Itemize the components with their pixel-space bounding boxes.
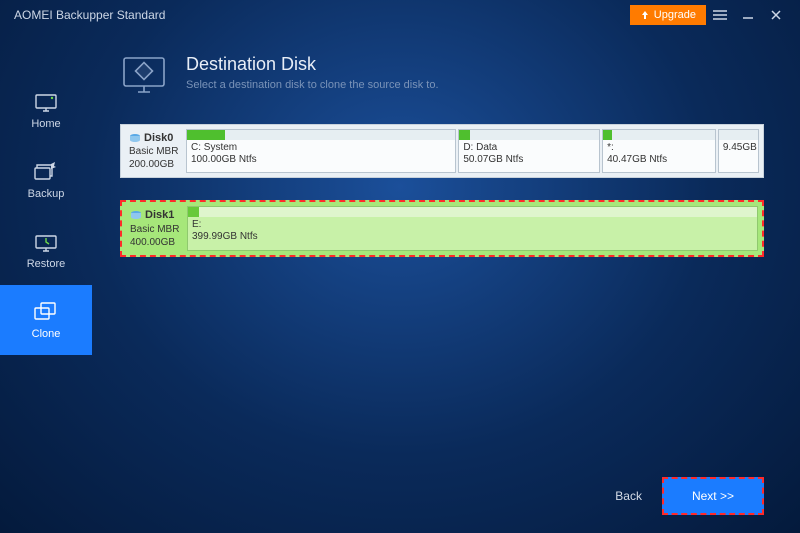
back-button[interactable]: Back [615,489,642,503]
partition-usage-bar [187,130,455,140]
upgrade-button[interactable]: Upgrade [630,5,706,25]
sidebar-item-label: Clone [32,328,61,340]
page-header: Destination Disk Select a destination di… [120,54,764,96]
app-title: AOMEI Backupper Standard [14,8,165,22]
disk-type: Basic MBR [130,223,183,236]
partition: *:40.47GB Ntfs [602,129,716,173]
disk-info: Disk1Basic MBR400.00GB [122,202,187,254]
partition-label: C: System [187,142,455,154]
disk-icon [129,133,141,143]
close-icon [770,9,782,21]
home-icon [33,90,59,112]
app-window: AOMEI Backupper Standard Upgrade Home Ba… [0,0,800,533]
partition-label: E: [188,219,757,231]
page-title: Destination Disk [186,54,439,75]
clone-icon [33,300,59,322]
minimize-button[interactable] [734,0,762,30]
footer-buttons: Back Next >> [615,477,764,515]
partition-size: 100.00GB Ntfs [187,154,455,166]
upgrade-label: Upgrade [654,9,696,21]
partition-usage-bar [459,130,599,140]
disk-icon [130,210,142,220]
minimize-icon [741,8,755,22]
close-button[interactable] [762,0,790,30]
disk-card[interactable]: Disk1Basic MBR400.00GBE:399.99GB Ntfs [120,200,764,256]
partition-usage-bar [188,207,757,217]
sidebar-item-label: Restore [27,258,66,270]
sidebar: Home Backup Restore Clone [0,30,92,533]
next-label: Next >> [692,489,734,503]
partition: D: Data50.07GB Ntfs [458,129,600,173]
partition-size: 9.45GB l [719,142,758,154]
content-area: Destination Disk Select a destination di… [92,30,800,533]
partition-usage-bar [603,130,715,140]
sidebar-item-backup[interactable]: Backup [0,145,92,215]
partition: E:399.99GB Ntfs [187,206,758,250]
sidebar-item-home[interactable]: Home [0,75,92,145]
page-subtitle: Select a destination disk to clone the s… [186,79,439,91]
menu-button[interactable] [706,0,734,30]
backup-icon [33,160,59,182]
partition-size: 40.47GB Ntfs [603,154,715,166]
disk-partitions: C: System100.00GB NtfsD: Data50.07GB Ntf… [186,125,763,177]
partition-usage-bar [719,130,758,140]
sidebar-item-clone[interactable]: Clone [0,285,92,355]
partition: 9.45GB l [718,129,759,173]
disk-card[interactable]: Disk0Basic MBR200.00GBC: System100.00GB … [120,124,764,178]
disk-size: 400.00GB [130,236,183,249]
destination-disk-icon [120,54,168,96]
disk-size: 200.00GB [129,158,182,171]
disk-name: Disk1 [145,208,174,222]
partition-label: *: [603,142,715,154]
titlebar: AOMEI Backupper Standard Upgrade [0,0,800,30]
disk-partitions: E:399.99GB Ntfs [187,202,762,254]
sidebar-item-restore[interactable]: Restore [0,215,92,285]
sidebar-item-label: Backup [28,188,65,200]
next-button[interactable]: Next >> [662,477,764,515]
disk-name: Disk0 [144,131,173,145]
upgrade-arrow-icon [640,10,650,20]
partition-label: D: Data [459,142,599,154]
restore-icon [33,230,59,252]
partition-size: 399.99GB Ntfs [188,231,757,243]
disk-type: Basic MBR [129,145,182,158]
sidebar-item-label: Home [31,118,60,130]
menu-icon [712,9,728,21]
partition: C: System100.00GB Ntfs [186,129,456,173]
partition-size: 50.07GB Ntfs [459,154,599,166]
disk-info: Disk0Basic MBR200.00GB [121,125,186,177]
